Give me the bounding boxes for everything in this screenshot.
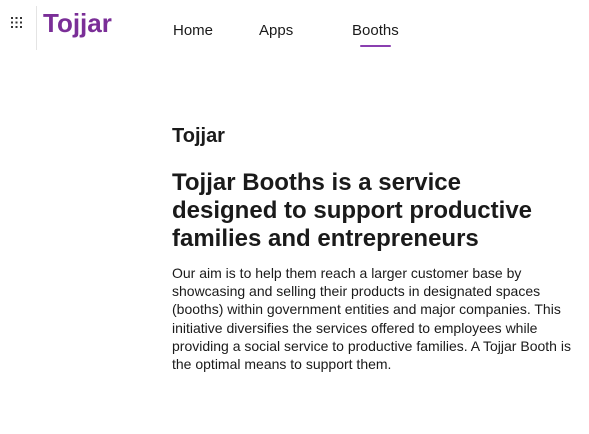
nav-item-apps[interactable]: Apps (259, 22, 293, 40)
nav-item-home[interactable]: Home (173, 22, 213, 40)
page-headline: Tojjar Booths is a service designed to s… (172, 169, 533, 252)
nav-item-booths[interactable]: Booths (352, 22, 399, 40)
app-launcher-waffle-icon[interactable] (11, 17, 22, 28)
description-paragraph: Our aim is to help them reach a larger c… (172, 265, 571, 373)
header-divider (36, 6, 37, 50)
active-nav-indicator (360, 45, 391, 47)
site-name-heading: Tojjar (172, 125, 225, 147)
top-navigation-bar: Tojjar Home Apps Booths (0, 0, 589, 60)
brand-logo-text[interactable]: Tojjar (43, 8, 112, 38)
main-content: Tojjar Tojjar Booths is a service design… (172, 124, 577, 373)
